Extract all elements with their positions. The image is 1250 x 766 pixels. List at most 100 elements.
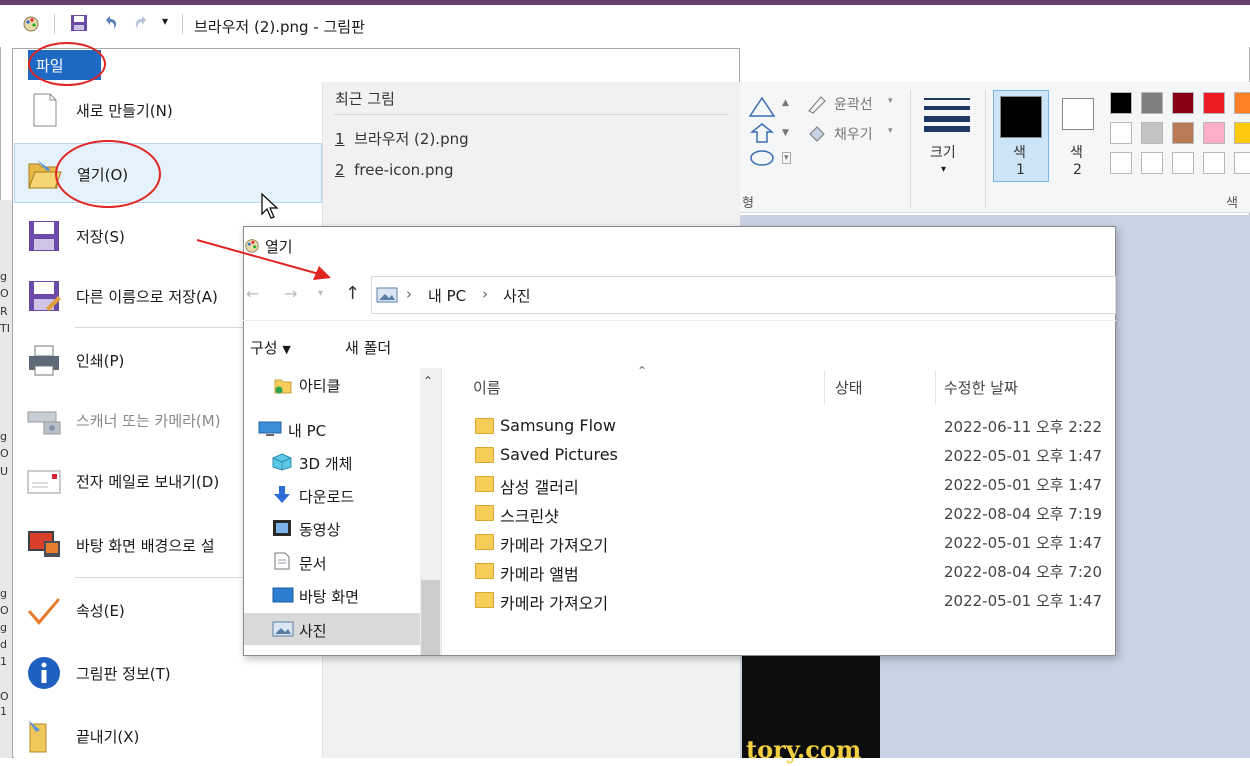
color2-swatch[interactable] xyxy=(1062,98,1094,130)
breadcrumb-chevron: › xyxy=(406,285,412,303)
column-separator[interactable] xyxy=(824,370,825,404)
download-arrow-icon xyxy=(274,486,290,503)
palette-swatch[interactable] xyxy=(1203,152,1225,174)
palette-swatch[interactable] xyxy=(1172,122,1194,144)
menu-item-label: 스캐너 또는 카메라(M) xyxy=(76,412,221,430)
desktop-background-icon xyxy=(28,531,60,557)
annotation-arrow xyxy=(196,239,331,280)
nav-scroll-up[interactable]: ⌃ xyxy=(423,374,433,388)
nav-item-pictures[interactable]: 사진 xyxy=(299,620,327,641)
nav-selected-highlight xyxy=(244,613,420,645)
file-row[interactable]: 카메라 앨범 2022-08-04 오후 7:20 xyxy=(470,557,1116,586)
nav-item-3d-objects[interactable]: 3D 개체 xyxy=(299,453,352,474)
shapes-more[interactable]: ▾ xyxy=(782,152,791,164)
palette-swatch[interactable] xyxy=(1141,122,1163,144)
palette-swatch[interactable] xyxy=(1234,92,1250,114)
nav-item-articles[interactable]: 아티클 xyxy=(299,375,340,396)
recent-separator xyxy=(334,114,729,115)
nav-item-this-pc[interactable]: 내 PC xyxy=(288,420,326,441)
menu-item-new[interactable]: 새로 만들기(N) xyxy=(14,80,322,140)
new-file-icon xyxy=(33,93,57,127)
undo-icon[interactable] xyxy=(102,14,120,32)
outline-label[interactable]: 윤곽선 xyxy=(834,94,873,114)
paint-app-icon[interactable] xyxy=(22,14,40,32)
shapes-scroll-down[interactable]: ▼ xyxy=(782,128,789,138)
folder-icon xyxy=(475,592,494,608)
mouse-cursor-icon xyxy=(261,192,279,219)
forward-button[interactable]: → xyxy=(284,284,297,303)
title-bar xyxy=(0,5,1250,47)
file-row[interactable]: 카메라 가져오기 2022-05-01 오후 1:47 xyxy=(470,586,1116,615)
size-dropdown[interactable]: ▾ xyxy=(941,164,946,175)
background-text-fragment: O xyxy=(0,287,9,300)
background-text-fragment: 1 xyxy=(0,655,7,668)
nav-item-documents[interactable]: 문서 xyxy=(299,553,327,574)
file-modified-date: 2022-05-01 오후 1:47 xyxy=(944,476,1102,494)
fill-dropdown[interactable]: ▾ xyxy=(888,126,893,136)
pictures-icon xyxy=(376,287,398,303)
line-size-icon[interactable] xyxy=(922,96,972,132)
size-label[interactable]: 크기 xyxy=(930,142,956,162)
background-text-fragment: 1 xyxy=(0,705,7,718)
file-row[interactable]: 스크린샷 2022-08-04 오후 7:19 xyxy=(470,499,1116,528)
file-name: 삼성 갤러리 xyxy=(500,478,579,497)
recent-item[interactable]: 2 free-icon.png xyxy=(335,161,454,179)
back-button[interactable]: ← xyxy=(246,284,259,303)
column-header-name[interactable]: 이름 xyxy=(473,377,501,398)
palette-swatch[interactable] xyxy=(1141,92,1163,114)
breadcrumb-item[interactable]: 내 PC xyxy=(428,285,466,306)
file-row[interactable]: 카메라 가져오기 2022-05-01 오후 1:47 xyxy=(470,528,1116,557)
fill-label[interactable]: 채우기 xyxy=(834,124,873,144)
palette-swatch[interactable] xyxy=(1172,92,1194,114)
background-text-fragment: g xyxy=(0,430,7,443)
organize-button[interactable]: 구성 ▼ xyxy=(250,337,291,358)
annotation-circle-open xyxy=(55,140,161,208)
palette-swatch[interactable] xyxy=(1110,92,1132,114)
ribbon-separator xyxy=(985,90,986,208)
background-text-fragment: O xyxy=(0,447,9,460)
color2-number[interactable]: 2 xyxy=(1073,162,1082,178)
palette-swatch[interactable] xyxy=(1203,122,1225,144)
color2-label[interactable]: 색 xyxy=(1070,142,1083,162)
recent-item[interactable]: 1 브라우저 (2).png xyxy=(335,128,469,149)
file-modified-date: 2022-08-04 오후 7:19 xyxy=(944,505,1102,523)
redo-icon[interactable] xyxy=(132,14,150,32)
outline-icon[interactable] xyxy=(806,94,828,114)
file-row[interactable]: 삼성 갤러리 2022-05-01 오후 1:47 xyxy=(470,470,1116,499)
folder-icon xyxy=(475,534,494,550)
background-text-fragment: g xyxy=(0,621,7,634)
save-icon[interactable] xyxy=(70,14,88,32)
palette-swatch[interactable] xyxy=(1172,152,1194,174)
palette-swatch[interactable] xyxy=(1110,152,1132,174)
file-name: 카메라 앨범 xyxy=(500,565,579,584)
column-separator[interactable] xyxy=(935,370,936,404)
background-text-fragment: d xyxy=(0,638,7,651)
column-header-modified[interactable]: 수정한 날짜 xyxy=(944,377,1018,398)
qa-separator xyxy=(54,14,55,34)
file-row[interactable]: Samsung Flow 2022-06-11 오후 2:22 xyxy=(470,412,1116,441)
nav-item-videos[interactable]: 동영상 xyxy=(299,519,340,540)
palette-swatch[interactable] xyxy=(1234,122,1250,144)
menu-item-label: 다른 이름으로 저장(A) xyxy=(76,288,218,306)
menu-item-exit[interactable]: 끝내기(X) xyxy=(14,706,322,766)
nav-item-downloads[interactable]: 다운로드 xyxy=(299,486,354,507)
palette-swatch[interactable] xyxy=(1141,152,1163,174)
nav-item-desktop[interactable]: 바탕 화면 xyxy=(299,586,359,607)
shapes-scroll-up[interactable]: ▲ xyxy=(782,98,789,108)
shapes-group-label: 형 xyxy=(742,196,754,211)
nav-scrollbar-thumb[interactable] xyxy=(421,580,440,655)
palette-swatch[interactable] xyxy=(1203,92,1225,114)
shapes-gallery[interactable] xyxy=(742,96,782,172)
fill-bucket-icon[interactable] xyxy=(806,124,828,144)
outline-dropdown[interactable]: ▾ xyxy=(888,96,893,106)
palette-swatch[interactable] xyxy=(1234,152,1250,174)
customize-qa-dropdown[interactable]: ▾ xyxy=(162,14,168,28)
palette-swatch[interactable] xyxy=(1110,122,1132,144)
recent-locations-dropdown[interactable]: ▾ xyxy=(318,288,323,299)
new-folder-button[interactable]: 새 폴더 xyxy=(345,337,391,358)
column-header-status[interactable]: 상태 xyxy=(835,377,863,398)
background-text-fragment: R xyxy=(0,305,8,318)
file-row[interactable]: Saved Pictures 2022-05-01 오후 1:47 xyxy=(470,441,1116,470)
breadcrumb-item[interactable]: 사진 xyxy=(503,285,531,306)
up-button[interactable]: ↑ xyxy=(345,283,360,304)
